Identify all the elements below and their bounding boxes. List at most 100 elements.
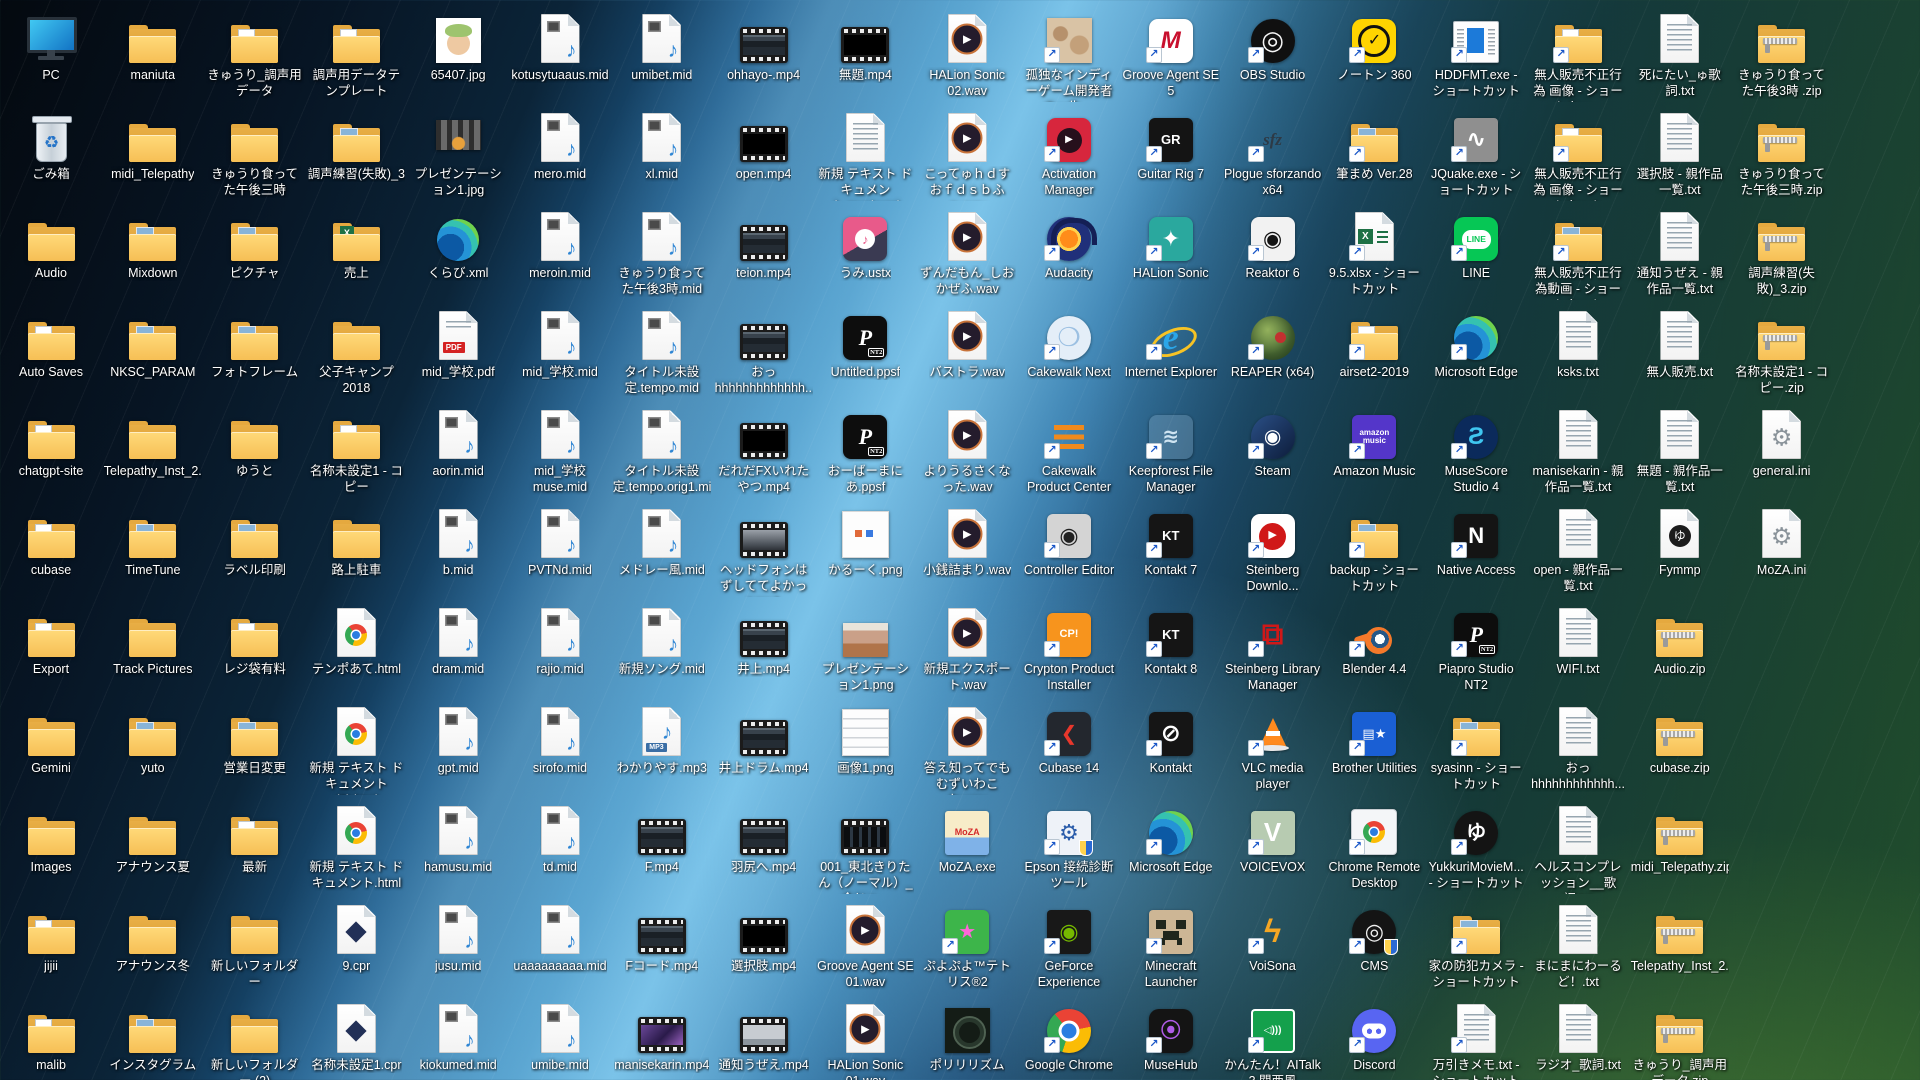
desktop-icon[interactable]: ヘッドフォンはずしててよかっt.mp4 (715, 504, 813, 597)
desktop-icon[interactable]: ♪uaaaaaaaaa.mid (511, 900, 609, 974)
desktop-icon[interactable]: ▶↗Activation Manager (1020, 108, 1118, 198)
desktop-icon[interactable]: TimeTune (104, 504, 202, 578)
desktop-icon[interactable]: ♪mid_学校 muse.mid (511, 405, 609, 495)
desktop-icon[interactable]: ⚙general.ini (1733, 405, 1831, 479)
desktop-icon[interactable]: 名称未設定1 - コピー (307, 405, 405, 495)
desktop-icon[interactable]: 通知うぜえ.mp4 (715, 999, 813, 1073)
desktop-icon[interactable]: ↗HDDFMT.exe - ショートカット (1427, 9, 1525, 99)
desktop-icon[interactable]: 画像1.png (816, 702, 914, 776)
desktop-icon[interactable]: 9.cpr (307, 900, 405, 974)
desktop-icon[interactable]: ゆFymmp (1631, 504, 1729, 578)
desktop-icon[interactable]: プレゼンテーション1.png (816, 603, 914, 693)
desktop-icon[interactable]: ♪jusu.mid (409, 900, 507, 974)
desktop-icon[interactable]: 羽尻へ.mp4 (715, 801, 813, 875)
desktop-icon[interactable]: ピクチャ (206, 207, 304, 281)
desktop-icon[interactable]: 無題.mp4 (816, 9, 914, 83)
desktop-icon[interactable]: Telepathy_Inst_2... (1631, 900, 1729, 974)
desktop-icon[interactable]: ↗孤独なインディーゲーム開発者の一生 ... (1020, 9, 1118, 102)
desktop-icon[interactable]: ♪hamusu.mid (409, 801, 507, 875)
desktop-icon[interactable]: ⧉↗Steinberg Library Manager (1224, 603, 1322, 693)
desktop-icon[interactable]: ゆうと (206, 405, 304, 479)
desktop-icon[interactable]: ♪メドレー風.mid (613, 504, 711, 578)
desktop-icon[interactable]: ↗VLC media player (1224, 702, 1322, 792)
desktop-icon[interactable]: CP!↗Crypton Product Installer (1020, 603, 1118, 693)
desktop-icon[interactable]: ⦿↗MuseHub (1122, 999, 1220, 1073)
desktop-icon[interactable]: 名称未設定1.cpr (307, 999, 405, 1073)
desktop-icon[interactable]: ▶HALion Sonic 01.wav (816, 999, 914, 1080)
desktop-icon[interactable]: ◎↗OBS Studio (1224, 9, 1322, 83)
desktop-icon[interactable]: 通知うぜえ - 親作品一覧.txt (1631, 207, 1729, 297)
desktop-icon[interactable]: ♪うみ.ustx (816, 207, 914, 281)
desktop-icon[interactable]: cubase (2, 504, 100, 578)
desktop-icon[interactable]: ◁)))↗かんたん！AITalk 3 関西風 (1224, 999, 1322, 1080)
desktop-icon[interactable]: きゅうり食ってた午後三時 (206, 108, 304, 198)
desktop-icon[interactable]: ▶Groove Agent SE 01.wav (816, 900, 914, 990)
desktop-icon[interactable]: インスタグラム (104, 999, 202, 1073)
desktop-icon[interactable]: かるーく.png (816, 504, 914, 578)
desktop-icon[interactable]: ▤★↗Brother Utilities (1325, 702, 1423, 776)
desktop-icon[interactable]: manisekarin - 親作品一覧.txt (1529, 405, 1627, 495)
desktop-icon[interactable]: ♪sirofo.mid (511, 702, 609, 776)
desktop-icon[interactable]: きゅうり_調声用データ (206, 9, 304, 99)
desktop-icon[interactable]: ★↗ぷよぷよ™テトリス®2 (918, 900, 1016, 990)
desktop-icon[interactable]: ▶答え知ってでもむずいわこれ.wav (918, 702, 1016, 795)
desktop-icon[interactable]: Images (2, 801, 100, 875)
desktop-icon[interactable]: ❮↗Cubase 14 (1020, 702, 1118, 776)
desktop-icon[interactable]: teion.mp4 (715, 207, 813, 281)
desktop-icon[interactable]: ▶↗Steinberg Downlo... (1224, 504, 1322, 594)
desktop-icon[interactable]: ♻ごみ箱 (2, 108, 100, 182)
desktop-icon[interactable]: NKSC_PARAM (104, 306, 202, 380)
desktop-icon[interactable]: ↗Microsoft Edge (1427, 306, 1525, 380)
desktop-icon[interactable]: フォトフレーム (206, 306, 304, 380)
desktop-icon[interactable]: ◉↗Steam (1224, 405, 1322, 479)
desktop-icon[interactable]: ↗家の防犯カメラ - ショートカット (1427, 900, 1525, 990)
desktop-icon[interactable]: midi_Telepathy.zip (1631, 801, 1729, 875)
desktop-icon[interactable]: 新しいフォルダー (206, 900, 304, 990)
desktop-icon[interactable]: X売上 (307, 207, 405, 281)
desktop-icon[interactable]: だれだFXいれたやつ.mp4 (715, 405, 813, 495)
desktop-icon[interactable]: ♪mid_学校.mid (511, 306, 609, 380)
desktop-icon[interactable]: Ƨ↗MuseScore Studio 4 (1427, 405, 1525, 495)
desktop-icon[interactable]: GR↗Guitar Rig 7 (1122, 108, 1220, 182)
desktop-icon[interactable]: X↗9.5.xlsx - ショートカット (1325, 207, 1423, 297)
desktop-icon[interactable]: 無人販売.txt (1631, 306, 1729, 380)
desktop-icon[interactable]: 調声練習(失敗)_3.zip (1733, 207, 1831, 297)
desktop-icon[interactable]: ⚙MoZA.ini (1733, 504, 1831, 578)
desktop-icon[interactable]: 無題 - 親作品一覧.txt (1631, 405, 1729, 495)
desktop-icon[interactable]: くらび.xml (409, 207, 507, 281)
desktop-icon[interactable]: ♪rajio.mid (511, 603, 609, 677)
desktop-icon[interactable]: ↗万引きメモ.txt - ショートカット (1427, 999, 1525, 1080)
desktop-icon[interactable]: 新しいフォルダー (2) (206, 999, 304, 1080)
desktop-icon[interactable]: 001_東北きりたん（ノーマル）_今じゃ... (816, 801, 914, 894)
desktop-icon[interactable]: ♪タイトル未設定.tempo.orig1.mid (613, 405, 711, 495)
desktop-icon[interactable]: open.mp4 (715, 108, 813, 182)
desktop-icon[interactable]: ✓↗ノートン 360 (1325, 9, 1423, 83)
desktop-icon[interactable]: ❍↗Cakewalk Next (1020, 306, 1118, 380)
desktop-icon[interactable]: きゅうり食ってた午後三時.zip (1733, 108, 1831, 198)
desktop-icon[interactable]: 最新 (206, 801, 304, 875)
desktop-icon[interactable]: ヘルスコンプレッション__歌詞.txt (1529, 801, 1627, 894)
desktop-icon[interactable]: ↗Microsoft Edge (1122, 801, 1220, 875)
desktop-icon[interactable]: ♪タイトル未設定.tempo.mid (613, 306, 711, 396)
desktop-icon[interactable]: ▶よりうるさくなった.wav (918, 405, 1016, 495)
desktop-icon[interactable]: ▶こってゅｈｄすおｆｄｓｂふぉ.wav (918, 108, 1016, 201)
desktop-icon[interactable]: ▶バストラ.wav (918, 306, 1016, 380)
desktop-icon[interactable]: おっ hhhhhhhhhhhhh... (715, 306, 813, 396)
desktop-icon[interactable]: V↗VOICEVOX (1224, 801, 1322, 875)
desktop-icon[interactable]: ♪aorin.mid (409, 405, 507, 479)
desktop-icon[interactable]: ↗Google Chrome (1020, 999, 1118, 1073)
desktop-icon[interactable]: ♪kiokumed.mid (409, 999, 507, 1073)
desktop-icon[interactable]: ↗airset2-2019 (1325, 306, 1423, 380)
desktop-icon[interactable]: ↗Audacity (1020, 207, 1118, 281)
desktop-icon[interactable]: ↗Chrome Remote Desktop (1325, 801, 1423, 891)
desktop-icon[interactable]: ♪umibe.mid (511, 999, 609, 1073)
desktop-icon[interactable]: ♪PVTNd.mid (511, 504, 609, 578)
desktop-icon[interactable]: malib (2, 999, 100, 1073)
desktop-icon[interactable]: ♪meroin.mid (511, 207, 609, 281)
desktop-icon[interactable]: Telepathy_Inst_2... (104, 405, 202, 479)
desktop-icon[interactable]: ↗無人販売不正行為 画像 - ショートカット (1529, 108, 1627, 201)
desktop-icon[interactable]: amazonmusic↗Amazon Music (1325, 405, 1423, 479)
desktop-icon[interactable]: ◉↗Controller Editor (1020, 504, 1118, 578)
desktop-icon[interactable]: ⚙↗Epson 接続診断ツール (1020, 801, 1118, 891)
desktop-icon[interactable]: レジ袋有料 (206, 603, 304, 677)
